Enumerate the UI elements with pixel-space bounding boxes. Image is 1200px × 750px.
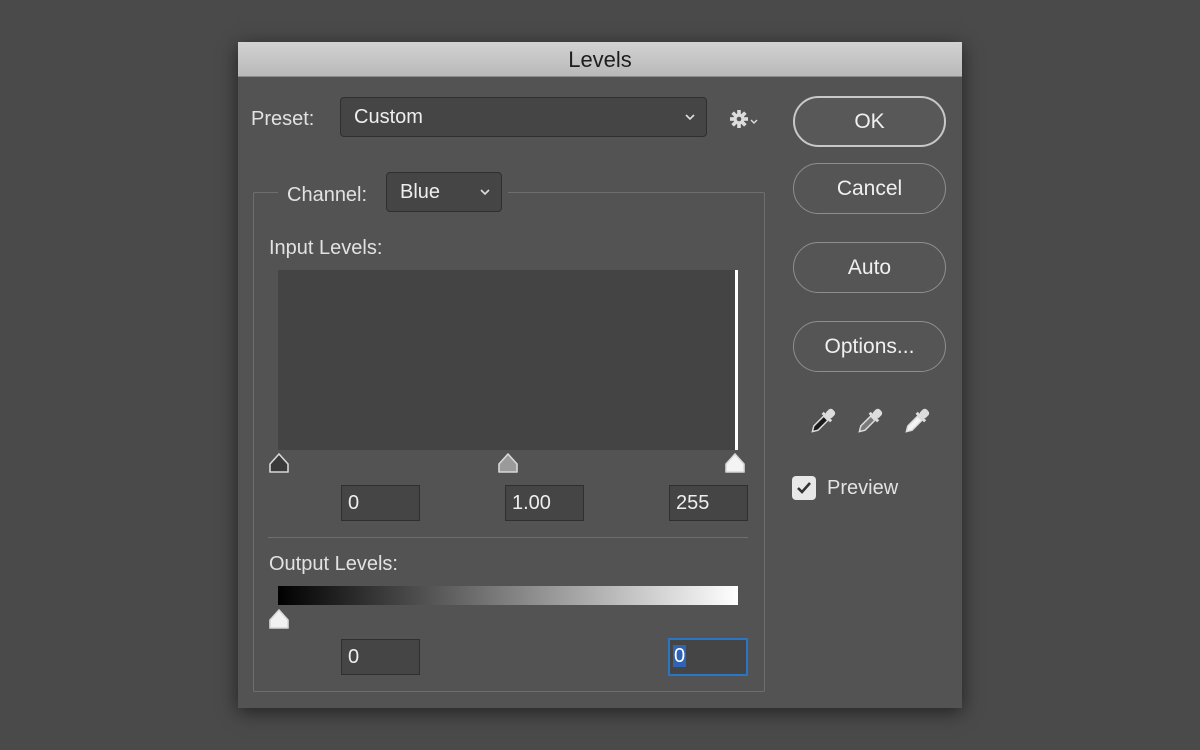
channel-value: Blue xyxy=(400,180,441,203)
input-gamma-field[interactable]: 1.00 xyxy=(505,485,584,521)
input-gamma-slider[interactable] xyxy=(496,452,520,474)
input-black-field[interactable]: 0 xyxy=(341,485,420,521)
auto-button[interactable]: Auto xyxy=(793,242,946,293)
gray-eyedropper-icon[interactable] xyxy=(853,404,887,438)
preset-label: Preset: xyxy=(251,108,315,130)
cancel-button[interactable]: Cancel xyxy=(793,163,946,214)
output-black-slider[interactable] xyxy=(267,608,291,630)
histogram xyxy=(278,270,738,450)
output-gradient xyxy=(278,586,738,605)
divider xyxy=(268,537,748,538)
black-eyedropper-icon[interactable] xyxy=(806,404,840,438)
checkmark-icon xyxy=(797,482,811,494)
preset-select[interactable]: Custom xyxy=(340,97,707,137)
chevron-down-icon xyxy=(480,189,490,196)
preview-checkbox[interactable] xyxy=(792,476,816,500)
preset-value: Custom xyxy=(354,105,423,128)
chevron-down-icon xyxy=(685,114,695,121)
channel-label: Channel: xyxy=(287,184,368,206)
input-white-field[interactable]: 255 xyxy=(669,485,748,521)
input-white-slider[interactable] xyxy=(723,452,747,474)
output-white-field[interactable]: 0 xyxy=(668,638,748,676)
output-black-field[interactable]: 0 xyxy=(341,639,420,675)
levels-dialog: Levels Preset: Custom OK Cancel Auto Opt… xyxy=(238,42,962,708)
ok-button[interactable]: OK xyxy=(793,96,946,147)
gear-icon[interactable] xyxy=(728,107,760,131)
channel-select[interactable]: Blue xyxy=(386,172,502,212)
white-eyedropper-icon[interactable] xyxy=(900,404,934,438)
input-black-slider[interactable] xyxy=(267,452,291,474)
options-button[interactable]: Options... xyxy=(793,321,946,372)
histogram-bar xyxy=(735,270,738,450)
output-white-value: 0 xyxy=(673,645,687,667)
dialog-title: Levels xyxy=(238,42,962,77)
input-levels-label: Input Levels: xyxy=(269,237,383,259)
preview-label: Preview xyxy=(827,477,899,499)
output-levels-label: Output Levels: xyxy=(269,553,398,575)
